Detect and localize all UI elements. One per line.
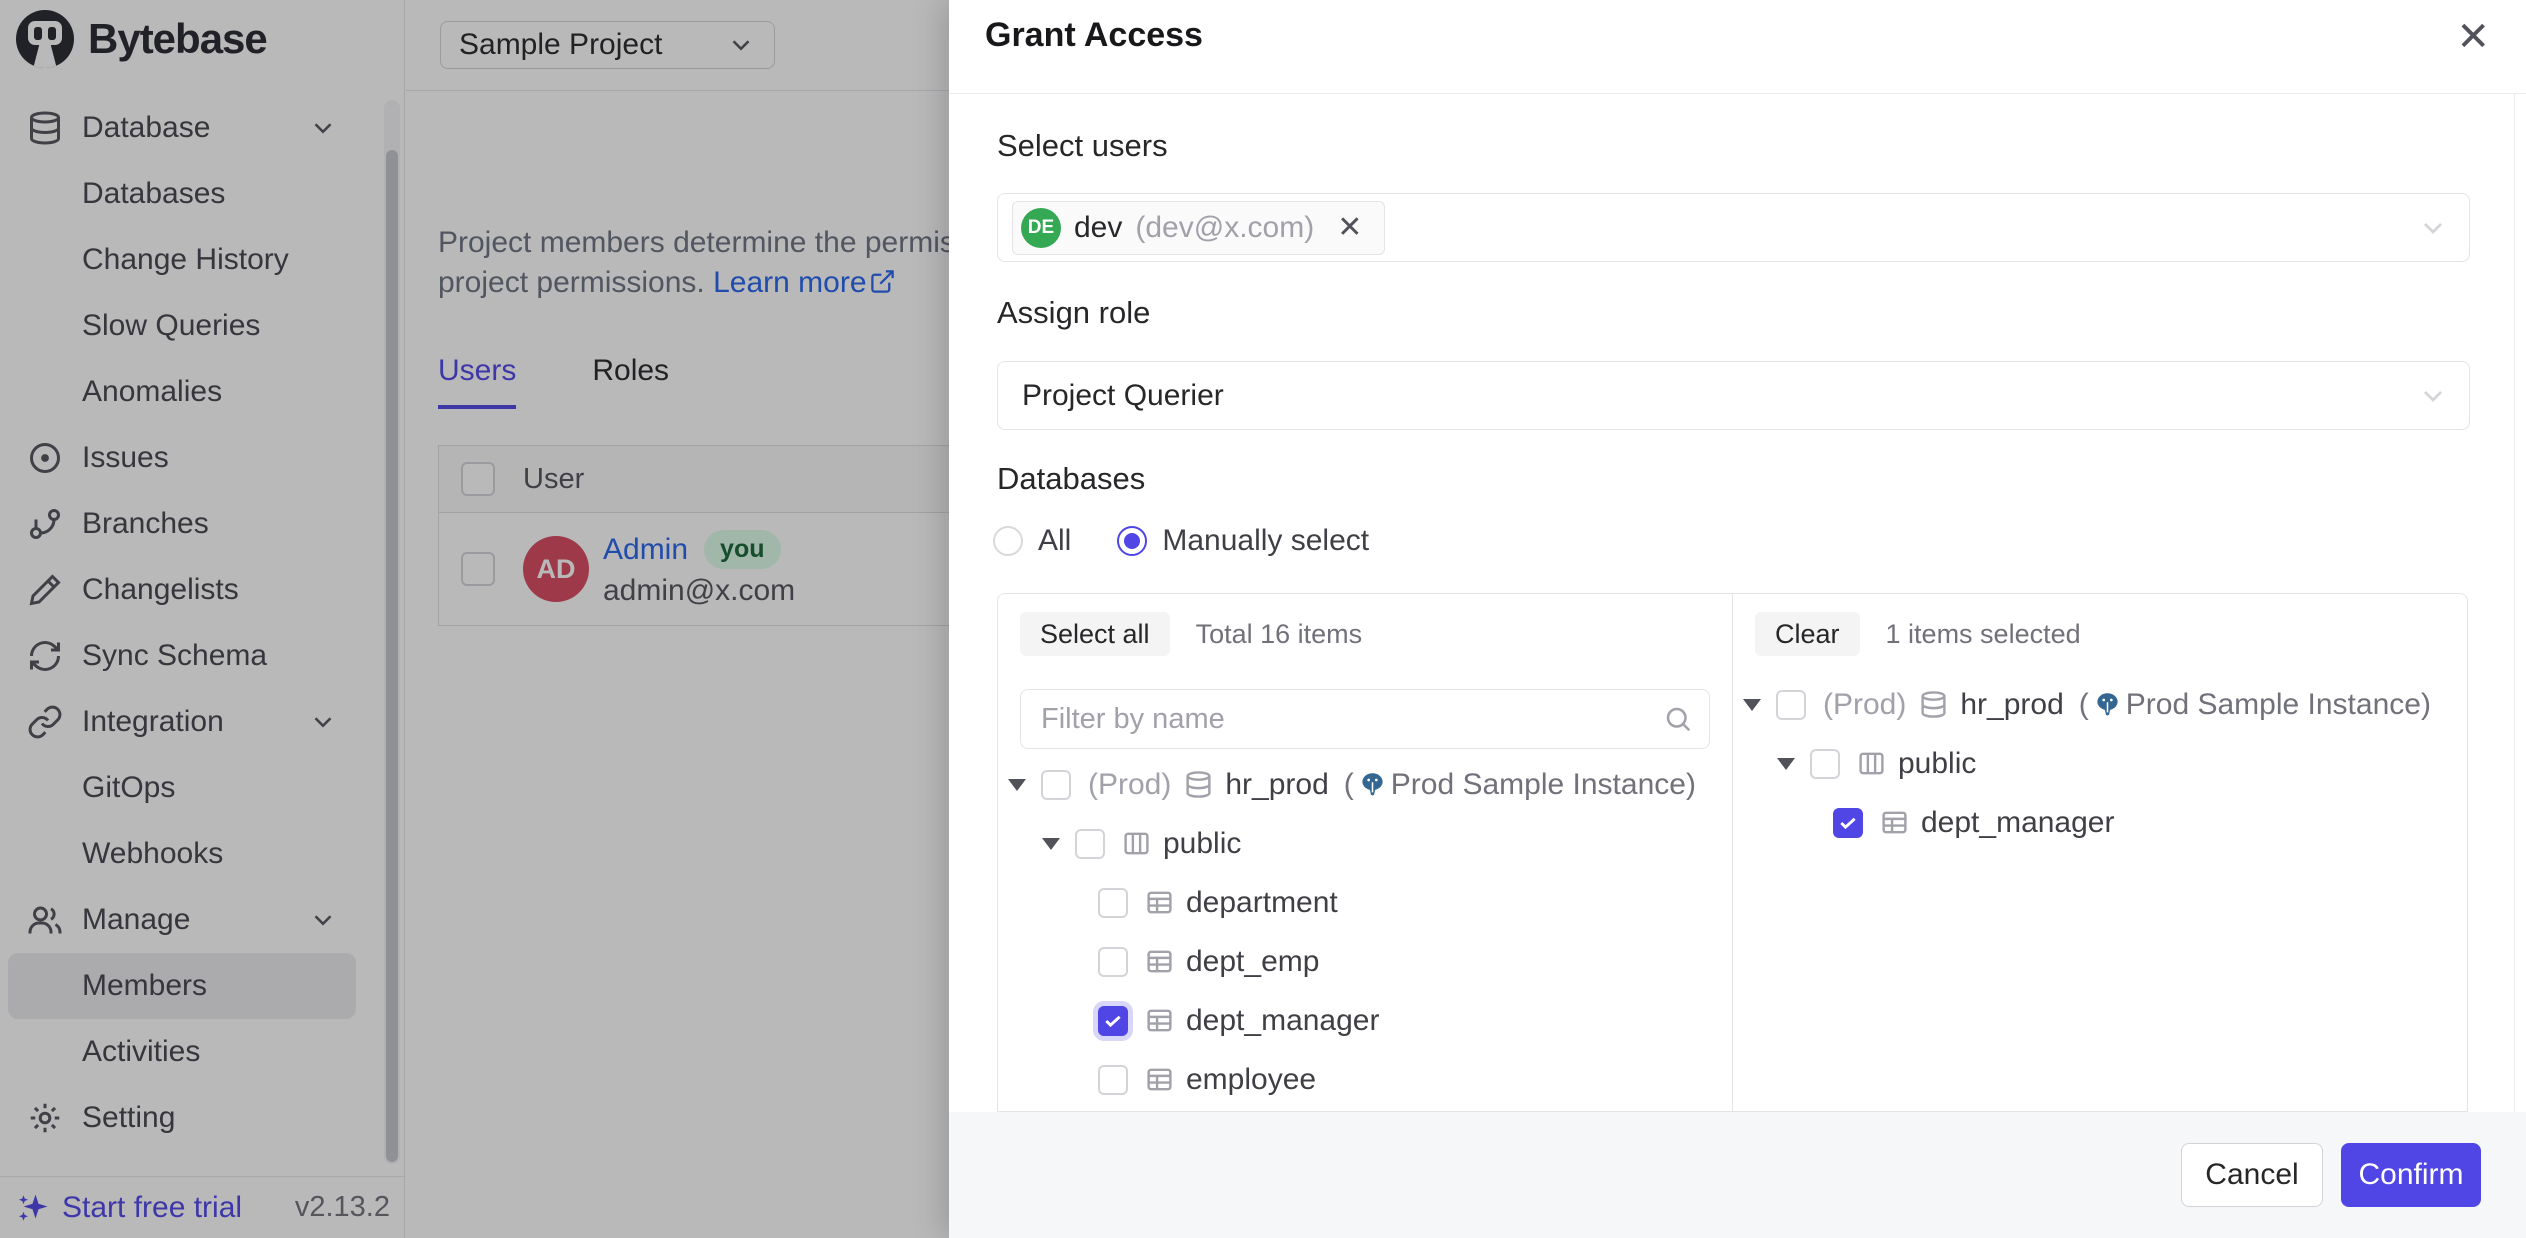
checkbox[interactable]: [1810, 749, 1840, 779]
modal-scroll-edge: [2514, 94, 2515, 1112]
table-icon: [1145, 947, 1174, 976]
checkbox[interactable]: [1098, 1006, 1128, 1036]
checkbox[interactable]: [1776, 690, 1806, 720]
role-value: Project Querier: [1022, 379, 1224, 413]
chevron-down-icon: [2417, 380, 2449, 412]
databases-label: Databases: [997, 461, 1145, 497]
caret-down-icon[interactable]: [1743, 699, 1761, 711]
tree-row-database[interactable]: (Prod) hr_prod (Prod Sample Instance): [1733, 675, 2467, 734]
database-icon: [1919, 690, 1948, 719]
filter-field: [1020, 689, 1710, 749]
search-icon: [1663, 704, 1693, 734]
clear-button[interactable]: Clear: [1755, 612, 1860, 656]
node-name: public: [1898, 747, 1976, 781]
tree-row-table[interactable]: dept_manager: [1733, 793, 2467, 852]
chip-user-name: dev: [1074, 211, 1122, 245]
remove-user-icon[interactable]: ✕: [1331, 209, 1368, 246]
checkbox[interactable]: [1098, 888, 1128, 918]
cancel-button[interactable]: Cancel: [2181, 1143, 2323, 1207]
tree-row-table[interactable]: dept_emp: [998, 932, 1732, 991]
env-label: (Prod): [1823, 688, 1906, 722]
select-all-button[interactable]: Select all: [1020, 612, 1170, 656]
select-users-label: Select users: [997, 128, 1168, 164]
selected-count-label: 1 items selected: [1886, 619, 2081, 650]
checkbox[interactable]: [1041, 770, 1071, 800]
radio-all[interactable]: All: [993, 524, 1071, 558]
selected-tree: (Prod) hr_prod (Prod Sample Instance) pu…: [1733, 675, 2467, 852]
role-select[interactable]: Project Querier: [997, 361, 2470, 430]
selected-panel: Clear 1 items selected (Prod) hr_prod (P…: [1733, 594, 2467, 1111]
node-name: employee: [1186, 1063, 1316, 1097]
modal-title: Grant Access: [985, 16, 1203, 55]
source-tree: (Prod) hr_prod (Prod Sample Instance) pu…: [998, 755, 1732, 1109]
filter-input[interactable]: [1039, 702, 1655, 737]
tree-row-table[interactable]: department: [998, 873, 1732, 932]
checkbox[interactable]: [1075, 829, 1105, 859]
caret-down-icon[interactable]: [1777, 758, 1795, 770]
postgres-icon: [2094, 691, 2121, 718]
schema-icon: [1122, 829, 1151, 858]
table-icon: [1145, 888, 1174, 917]
tree-row-schema[interactable]: public: [1733, 734, 2467, 793]
checkbox[interactable]: [1098, 947, 1128, 977]
caret-down-icon[interactable]: [1042, 838, 1060, 850]
node-name: dept_emp: [1186, 945, 1319, 979]
table-icon: [1145, 1006, 1174, 1035]
checkbox[interactable]: [1833, 808, 1863, 838]
node-name: department: [1186, 886, 1338, 920]
total-items-label: Total 16 items: [1196, 619, 1363, 650]
checkbox[interactable]: [1098, 1065, 1128, 1095]
close-icon[interactable]: ✕: [2450, 16, 2496, 58]
select-users-input[interactable]: DE dev (dev@x.com) ✕: [997, 193, 2470, 262]
source-panel: Select all Total 16 items (Prod) hr_prod…: [998, 594, 1733, 1111]
radio-icon[interactable]: [1117, 526, 1147, 556]
node-name: hr_prod: [1960, 688, 2063, 722]
node-name: dept_manager: [1186, 1004, 1379, 1038]
modal-footer: Cancel Confirm: [949, 1112, 2526, 1238]
caret-down-icon[interactable]: [1008, 779, 1026, 791]
assign-role-label: Assign role: [997, 295, 1150, 331]
instance-label: (Prod Sample Instance): [1344, 768, 1696, 802]
env-label: (Prod): [1088, 768, 1171, 802]
confirm-button[interactable]: Confirm: [2341, 1143, 2481, 1207]
tree-row-database[interactable]: (Prod) hr_prod (Prod Sample Instance): [998, 755, 1732, 814]
selected-user-chip: DE dev (dev@x.com) ✕: [1012, 201, 1385, 255]
database-icon: [1184, 770, 1213, 799]
radio-icon[interactable]: [993, 526, 1023, 556]
tree-row-table[interactable]: dept_manager: [998, 991, 1732, 1050]
radio-manually-select[interactable]: Manually select: [1117, 524, 1369, 558]
node-name: dept_manager: [1921, 806, 2114, 840]
schema-icon: [1857, 749, 1886, 778]
postgres-icon: [1359, 771, 1386, 798]
table-icon: [1880, 808, 1909, 837]
database-scope-radios: All Manually select: [993, 524, 1369, 558]
table-icon: [1145, 1065, 1174, 1094]
instance-label: (Prod Sample Instance): [2079, 688, 2431, 722]
avatar: DE: [1021, 208, 1061, 248]
node-name: public: [1163, 827, 1241, 861]
grant-access-modal: Grant Access ✕ Select users DE dev (dev@…: [949, 0, 2526, 1238]
tree-row-schema[interactable]: public: [998, 814, 1732, 873]
chevron-down-icon: [2417, 212, 2449, 244]
chip-user-email: (dev@x.com): [1135, 211, 1314, 245]
modal-header-divider: [949, 93, 2526, 94]
node-name: hr_prod: [1225, 768, 1328, 802]
tree-row-table[interactable]: employee: [998, 1050, 1732, 1109]
database-transfer-box: Select all Total 16 items (Prod) hr_prod…: [997, 593, 2468, 1112]
